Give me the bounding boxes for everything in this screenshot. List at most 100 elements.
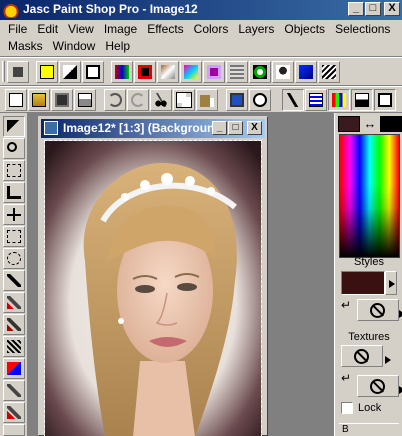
menu-window[interactable]: Window — [48, 38, 101, 55]
zoom-tool[interactable] — [3, 138, 25, 159]
menu-masks[interactable]: Masks — [3, 38, 48, 55]
effect-7-button[interactable] — [180, 61, 202, 83]
copy-button[interactable] — [173, 89, 195, 111]
background-style-button[interactable] — [357, 299, 399, 321]
toolbar-grip[interactable] — [2, 61, 5, 82]
minimize-button[interactable]: _ — [348, 2, 364, 16]
full-screen-button[interactable] — [226, 89, 248, 111]
layers-palette-button[interactable] — [305, 89, 327, 111]
deform-tool[interactable] — [3, 160, 25, 181]
picture-tube-tool[interactable] — [3, 424, 25, 436]
image-window-icon[interactable] — [44, 121, 58, 135]
effects-toolbar — [0, 57, 402, 86]
foreground-style-dropdown[interactable] — [385, 271, 397, 295]
effect-9-button[interactable] — [226, 61, 248, 83]
save-button[interactable] — [51, 89, 73, 111]
cut-button[interactable] — [150, 89, 172, 111]
menu-file[interactable]: File — [3, 21, 32, 38]
overview-window-icon — [378, 93, 392, 107]
new-button[interactable] — [5, 89, 27, 111]
overview-button[interactable] — [249, 89, 271, 111]
redo-button[interactable] — [127, 89, 149, 111]
maximize-button[interactable]: □ — [365, 2, 381, 16]
image-window-titlebar[interactable]: Image12* [1:3] (Background) _ □ X — [41, 119, 265, 138]
effect-4-button[interactable] — [111, 61, 133, 83]
browse-button[interactable] — [7, 61, 29, 83]
color-replacer-tool[interactable] — [3, 336, 25, 357]
effect-13-button[interactable] — [318, 61, 340, 83]
retouch-tool[interactable] — [3, 358, 25, 379]
effect-8-button[interactable] — [203, 61, 225, 83]
folder-open-icon — [32, 93, 46, 107]
purple-frame-icon — [207, 65, 221, 79]
menu-layers[interactable]: Layers — [233, 21, 279, 38]
selection-icon — [7, 230, 21, 243]
swatch-bar: ↔ — [338, 116, 402, 132]
foreground-swatch[interactable] — [338, 116, 360, 132]
scratch-remover-tool[interactable] — [3, 380, 25, 401]
clone-brush-tool[interactable] — [3, 314, 25, 335]
effect-3-button[interactable] — [82, 61, 104, 83]
menu-objects[interactable]: Objects — [279, 21, 330, 38]
foreground-texture-button[interactable] — [341, 345, 383, 367]
menu-row-2: Masks Window Help — [3, 38, 135, 55]
menu-edit[interactable]: Edit — [32, 21, 63, 38]
menu-selections[interactable]: Selections — [330, 21, 395, 38]
effect-1-button[interactable] — [36, 61, 58, 83]
image-minimize-button[interactable]: _ — [212, 121, 227, 135]
color-picker-spectrum[interactable] — [339, 134, 400, 258]
effect-2-button[interactable] — [59, 61, 81, 83]
foreground-style-swatch[interactable] — [341, 271, 385, 295]
background-swatch[interactable] — [380, 116, 402, 132]
overview-window-button[interactable] — [374, 89, 396, 111]
histogram-button[interactable] — [351, 89, 373, 111]
menu-effects[interactable]: Effects — [142, 21, 188, 38]
color-palette-button[interactable] — [328, 89, 350, 111]
background-texture-button[interactable] — [357, 375, 399, 397]
print-button[interactable] — [74, 89, 96, 111]
tool-options-button[interactable] — [282, 89, 304, 111]
null-texture-bg-icon — [370, 379, 385, 394]
menu-view[interactable]: View — [63, 21, 99, 38]
effect-12-button[interactable] — [295, 61, 317, 83]
effect-10-button[interactable] — [249, 61, 271, 83]
menu-image[interactable]: Image — [99, 21, 142, 38]
foreground-texture-arrow-icon[interactable] — [385, 356, 391, 364]
open-button[interactable] — [28, 89, 50, 111]
tool-options-icon — [286, 93, 300, 107]
menu-row-1: File Edit View Image Effects Colors Layers Obje… — [3, 21, 395, 38]
red-frame-icon — [138, 65, 152, 79]
arrow-tool[interactable] — [3, 116, 25, 137]
menu-help[interactable]: Help — [100, 38, 135, 55]
effect-6-button[interactable] — [157, 61, 179, 83]
image-canvas[interactable] — [44, 140, 262, 436]
mover-tool[interactable] — [3, 204, 25, 225]
swap-colors-icon[interactable]: ↔ — [362, 116, 378, 132]
clone-brush-icon — [7, 318, 21, 331]
image-close-button[interactable]: X — [247, 121, 262, 135]
lock-row: Lock — [341, 402, 381, 414]
clock-icon — [253, 93, 267, 107]
close-button[interactable]: X — [384, 2, 400, 16]
bottom-panel-tab[interactable]: B — [339, 423, 399, 436]
monitor-icon — [230, 93, 244, 107]
histogram-icon — [355, 93, 369, 107]
eraser-tool[interactable] — [3, 402, 25, 423]
image-maximize-button[interactable]: □ — [228, 121, 243, 135]
crop-tool[interactable] — [3, 182, 25, 203]
paint-brush-tool[interactable] — [3, 292, 25, 313]
freehand-tool[interactable] — [3, 248, 25, 269]
lock-checkbox[interactable] — [341, 402, 353, 414]
magnifier-icon — [7, 142, 17, 152]
eyedropper-icon — [7, 274, 21, 287]
paintshop-logo-icon[interactable] — [3, 2, 19, 18]
selection-tool[interactable] — [3, 226, 25, 247]
dropper-tool[interactable] — [3, 270, 25, 291]
image-window[interactable]: Image12* [1:3] (Background) _ □ X — [38, 116, 268, 436]
paste-button[interactable] — [196, 89, 218, 111]
effect-5-button[interactable] — [134, 61, 156, 83]
menu-colors[interactable]: Colors — [189, 21, 234, 38]
effect-11-button[interactable] — [272, 61, 294, 83]
undo-button[interactable] — [104, 89, 126, 111]
clipboard-icon — [200, 93, 214, 107]
